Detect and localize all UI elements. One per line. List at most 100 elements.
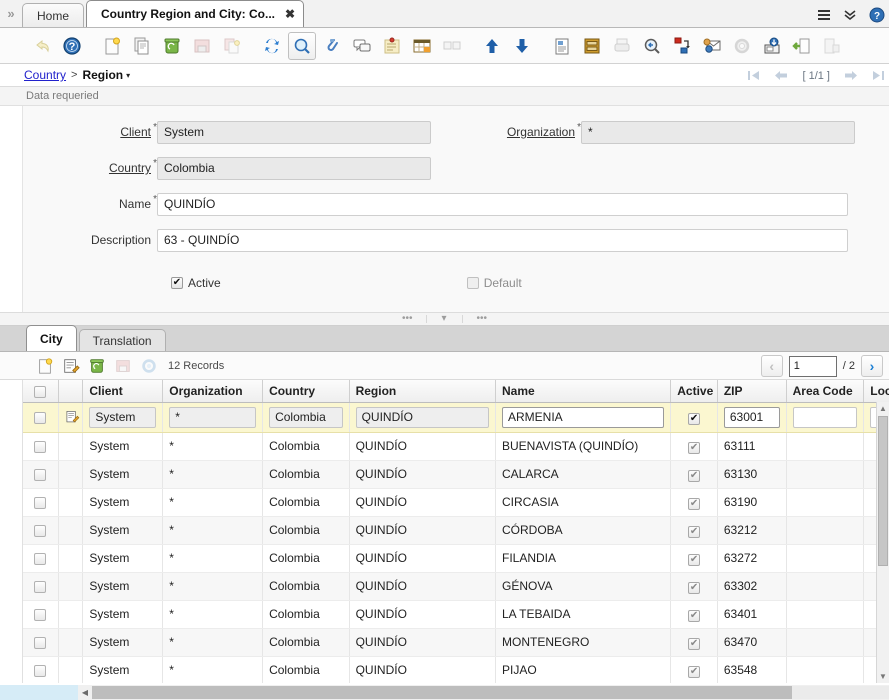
table-row[interactable]: System * Colombia QUINDÍO FILANDIA ✔ 632… <box>23 544 889 572</box>
chevron-down-icon[interactable]: ▾ <box>126 71 130 80</box>
gear-icon[interactable] <box>728 32 756 60</box>
mail-people-icon[interactable] <box>698 32 726 60</box>
description-field[interactable]: 63 - QUINDÍO <box>157 229 848 252</box>
help-circle-icon[interactable]: ? <box>58 32 86 60</box>
col-name-header[interactable]: Name <box>496 380 671 402</box>
row-checkbox[interactable] <box>34 412 46 424</box>
row-select-cell[interactable] <box>23 656 58 683</box>
refresh-arrows-icon[interactable] <box>258 32 286 60</box>
client-field[interactable]: System <box>157 121 431 144</box>
grid-process-button[interactable] <box>138 355 160 377</box>
tab-translation[interactable]: Translation <box>79 329 166 351</box>
archive-drawer-icon[interactable] <box>578 32 606 60</box>
col-area-code-header[interactable]: Area Code <box>786 380 864 402</box>
sticky-note-icon[interactable] <box>378 32 406 60</box>
scroll-up-arrow-icon[interactable]: ▲ <box>879 404 887 413</box>
page-number-input[interactable]: 1 <box>789 356 837 377</box>
row-checkbox[interactable] <box>34 637 46 649</box>
table-icon[interactable] <box>408 32 436 60</box>
chevrons-right-icon[interactable]: » <box>0 0 22 27</box>
grid-edit-button[interactable] <box>60 355 82 377</box>
row-checkbox[interactable] <box>34 469 46 481</box>
cell-organization[interactable]: * <box>163 402 263 432</box>
name-field[interactable]: QUINDÍO <box>157 193 848 216</box>
col-organization-header[interactable]: Organization <box>163 380 263 402</box>
help-icon[interactable]: ? <box>869 7 885 23</box>
table-row[interactable]: System * Colombia QUINDÍO GÉNOVA ✔ 63302 <box>23 572 889 600</box>
workflow-icon[interactable] <box>668 32 696 60</box>
col-active-header[interactable]: Active <box>671 380 718 402</box>
page-next-button[interactable]: › <box>861 355 883 377</box>
splitter-collapse-icon[interactable]: ▾ <box>426 315 462 323</box>
report-icon[interactable] <box>548 32 576 60</box>
active-checkbox[interactable]: ✔ <box>171 277 183 289</box>
page-prev-button[interactable]: ‹ <box>761 355 783 377</box>
cell-client[interactable]: System <box>83 402 163 432</box>
menu-icon[interactable] <box>817 9 831 21</box>
cell-name[interactable]: ARMENIA <box>496 402 671 432</box>
row-select-cell[interactable] <box>23 402 58 432</box>
new-document-icon[interactable] <box>98 32 126 60</box>
row-select-cell[interactable] <box>23 432 58 460</box>
name-cell-input[interactable]: ARMENIA <box>502 407 664 428</box>
splitter-handle-right[interactable]: ••• <box>463 315 502 323</box>
row-checkbox[interactable] <box>34 581 46 593</box>
cell-active[interactable]: ✔ <box>671 402 718 432</box>
select-all-checkbox[interactable] <box>34 386 46 398</box>
copy-documents-icon[interactable] <box>128 32 156 60</box>
cell-country[interactable]: Colombia <box>263 402 350 432</box>
tab-city[interactable]: City <box>26 325 77 351</box>
previous-record-icon[interactable] <box>774 70 788 81</box>
col-country-header[interactable]: Country <box>263 380 350 402</box>
table-row[interactable]: System * Colombia QUINDÍO LA TEBAIDA ✔ 6… <box>23 600 889 628</box>
col-client-header[interactable]: Client <box>83 380 163 402</box>
table-row[interactable]: System * Colombia QUINDÍO CIRCASIA ✔ 631… <box>23 488 889 516</box>
table-row[interactable]: System * Colombia QUINDÍO CALARCA ✔ 6313… <box>23 460 889 488</box>
table-row[interactable]: System * Colombia QUINDÍO CÓRDOBA ✔ 6321… <box>23 516 889 544</box>
scroll-down-arrow-icon[interactable]: ▼ <box>879 672 887 681</box>
import-page-icon[interactable] <box>788 32 816 60</box>
window-tab-home[interactable]: Home <box>22 3 84 27</box>
recycle-bin-icon[interactable] <box>158 32 186 60</box>
row-checkbox[interactable] <box>34 441 46 453</box>
row-select-cell[interactable] <box>23 460 58 488</box>
undo-button[interactable] <box>28 32 56 60</box>
row-select-cell[interactable] <box>23 516 58 544</box>
arrow-up-icon[interactable] <box>478 32 506 60</box>
organization-cell-input[interactable]: * <box>169 407 256 428</box>
speech-bubbles-icon[interactable] <box>348 32 376 60</box>
magnifier-back-icon[interactable] <box>638 32 666 60</box>
breadcrumb-current[interactable]: Region <box>82 68 123 82</box>
breadcrumb-parent-link[interactable]: Country <box>24 68 66 82</box>
first-record-icon[interactable] <box>747 70 760 81</box>
paperclip-icon[interactable] <box>318 32 346 60</box>
country-cell-input[interactable]: Colombia <box>269 407 343 428</box>
row-select-cell[interactable] <box>23 572 58 600</box>
col-zip-header[interactable]: ZIP <box>717 380 786 402</box>
table-row[interactable]: System * Colombia QUINDÍO BUENAVISTA (QU… <box>23 432 889 460</box>
grid-horizontal-scrollbar[interactable]: ◀ <box>0 685 889 700</box>
export-tray-icon[interactable] <box>758 32 786 60</box>
table-row[interactable]: System * Colombia QUINDÍO PIJAO ✔ 63548 <box>23 656 889 683</box>
col-locode-header[interactable]: Locode <box>864 380 889 402</box>
col-region-header[interactable]: Region <box>349 380 495 402</box>
grid-new-button[interactable] <box>34 355 56 377</box>
active-cell-checkbox[interactable]: ✔ <box>688 413 700 425</box>
cell-area-code[interactable] <box>786 402 864 432</box>
two-panes-icon[interactable] <box>438 32 466 60</box>
table-row[interactable]: System * Colombia QUINDÍO MONTENEGRO ✔ 6… <box>23 628 889 656</box>
exit-icon[interactable] <box>818 32 846 60</box>
floppy-disk-icon[interactable] <box>188 32 216 60</box>
client-cell-input[interactable]: System <box>89 407 156 428</box>
chevrons-down-icon[interactable] <box>843 9 857 21</box>
copy-new-icon[interactable] <box>218 32 246 60</box>
area-code-cell-input[interactable] <box>793 407 858 428</box>
grid-vertical-scroll-thumb[interactable] <box>878 416 888 566</box>
cell-region[interactable]: QUINDÍO <box>349 402 495 432</box>
grid-save-button[interactable] <box>112 355 134 377</box>
row-checkbox[interactable] <box>34 609 46 621</box>
cell-zip[interactable]: 63001 <box>717 402 786 432</box>
zip-cell-input[interactable]: 63001 <box>724 407 780 428</box>
grid-delete-button[interactable] <box>86 355 108 377</box>
row-select-cell[interactable] <box>23 628 58 656</box>
